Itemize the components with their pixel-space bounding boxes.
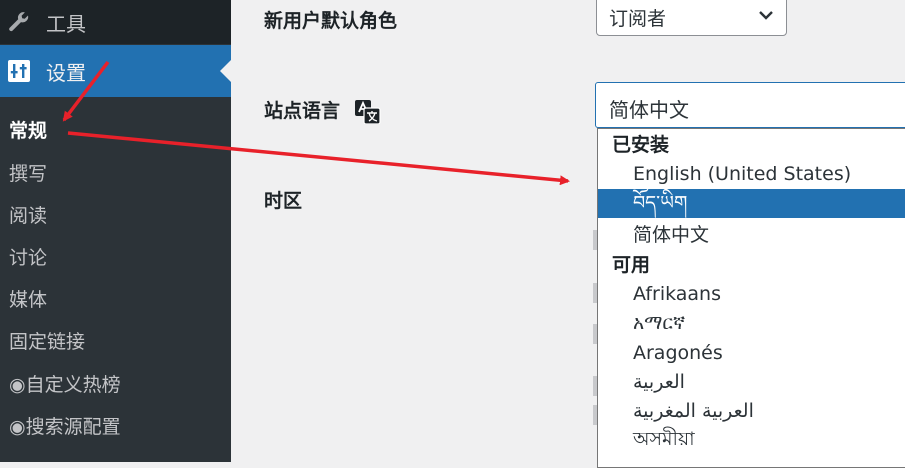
site-language-label: 站点语言 [264,100,341,122]
language-dropdown-list[interactable]: 已安装 English (United States) བོད་ཡིག 简体中文… [597,128,905,468]
translate-icon [354,99,381,124]
option-simplified-chinese[interactable]: 简体中文 [598,221,905,250]
wrench-icon [9,12,29,32]
submenu-item-permalinks[interactable]: 固定链接 [9,327,85,354]
option-moroccan-arabic[interactable]: العربية المغربية [598,397,905,426]
settings-sliders-icon [8,60,30,82]
menu-tools-label: 工具 [46,11,86,36]
default-role-label: 新用户默认角色 [264,10,398,32]
option-aragonese[interactable]: Aragonés [598,339,905,368]
option-tibetan[interactable]: བོད་ཡིག [598,189,905,218]
site-language-select[interactable]: 简体中文 [595,82,905,128]
option-english-us[interactable]: English (United States) [598,160,905,189]
default-role-value: 订阅者 [609,8,667,30]
menu-settings-label: 设置 [46,60,86,85]
submenu-item-discussion[interactable]: 讨论 [9,243,47,270]
settings-main: 新用户默认角色 订阅者 站点语言 简体中文 时区 已安装 English (Un… [231,0,905,468]
option-arabic[interactable]: العربية [598,368,905,397]
submenu-item-general[interactable]: 常规 [9,116,47,143]
menu-tools[interactable]: 工具 [0,0,231,44]
option-afrikaans[interactable]: Afrikaans [598,280,905,309]
site-language-value: 简体中文 [609,98,689,122]
option-assamese[interactable]: অসমীয়া [598,425,905,454]
optgroup-available: 可用 [612,254,651,276]
admin-sidebar: 工具 设置 常规 撰写 阅读 讨论 媒体 固定链接 ◉自定义热榜 ◉搜索源配置 [0,0,231,462]
timezone-label: 时区 [264,190,303,212]
submenu-item-custom-hot-list[interactable]: ◉自定义热榜 [9,370,121,397]
default-role-select[interactable]: 订阅者 [596,0,787,36]
menu-settings[interactable]: 设置 [0,45,231,97]
option-amharic[interactable]: አማርኛ [598,309,905,338]
chevron-down-icon [759,11,773,20]
submenu-item-search-source-config[interactable]: ◉搜索源配置 [9,412,121,439]
site-language-row: 站点语言 [264,96,381,124]
submenu-item-writing[interactable]: 撰写 [9,159,47,186]
submenu-item-media[interactable]: 媒体 [9,285,47,312]
submenu-item-reading[interactable]: 阅读 [9,201,47,228]
optgroup-installed: 已安装 [612,134,670,156]
